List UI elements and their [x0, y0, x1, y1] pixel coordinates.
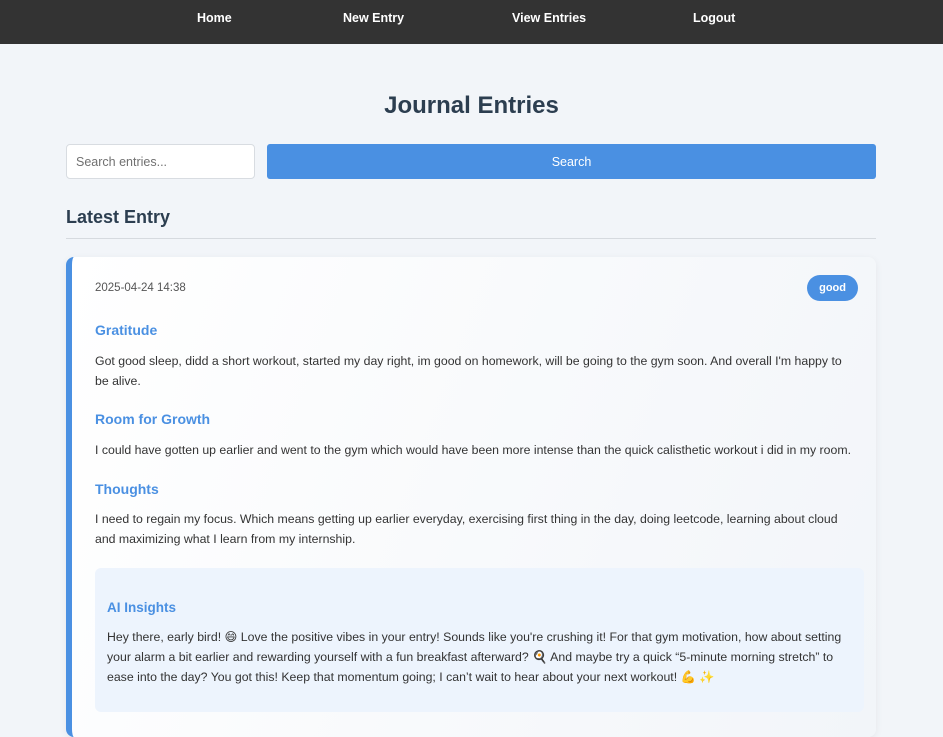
top-navbar: Home New Entry View Entries Logout — [0, 0, 943, 44]
nav-logout-link[interactable]: Logout — [693, 11, 735, 25]
search-button[interactable]: Search — [267, 144, 876, 179]
mood-badge: good — [807, 275, 858, 301]
section-divider — [66, 238, 876, 239]
nav-new-entry-link[interactable]: New Entry — [343, 11, 404, 25]
room-for-growth-text: I could have gotten up earlier and went … — [95, 443, 851, 457]
ai-insights-box: AI Insights Hey there, early bird! 😄 Lov… — [95, 568, 864, 712]
room-for-growth-heading: Room for Growth — [95, 411, 211, 427]
entry-date: 2025-04-24 14:38 — [95, 282, 186, 294]
search-input[interactable] — [66, 144, 255, 179]
ai-insights-heading: AI Insights — [107, 600, 177, 615]
latest-entry-heading: Latest Entry — [66, 207, 171, 227]
entry-card: 2025-04-24 14:38 good Gratitude Got good… — [66, 257, 876, 737]
nav-home-link[interactable]: Home — [197, 11, 232, 25]
page-title: Journal Entries — [384, 92, 559, 119]
ai-insights-text: Hey there, early bird! 😄 Love the positi… — [107, 630, 842, 684]
thoughts-heading: Thoughts — [95, 481, 159, 497]
thoughts-text: I need to regain my focus. Which means g… — [95, 512, 838, 546]
gratitude-heading: Gratitude — [95, 322, 158, 338]
gratitude-text: Got good sleep, didd a short workout, st… — [95, 354, 842, 388]
nav-view-entries-link[interactable]: View Entries — [512, 11, 586, 25]
